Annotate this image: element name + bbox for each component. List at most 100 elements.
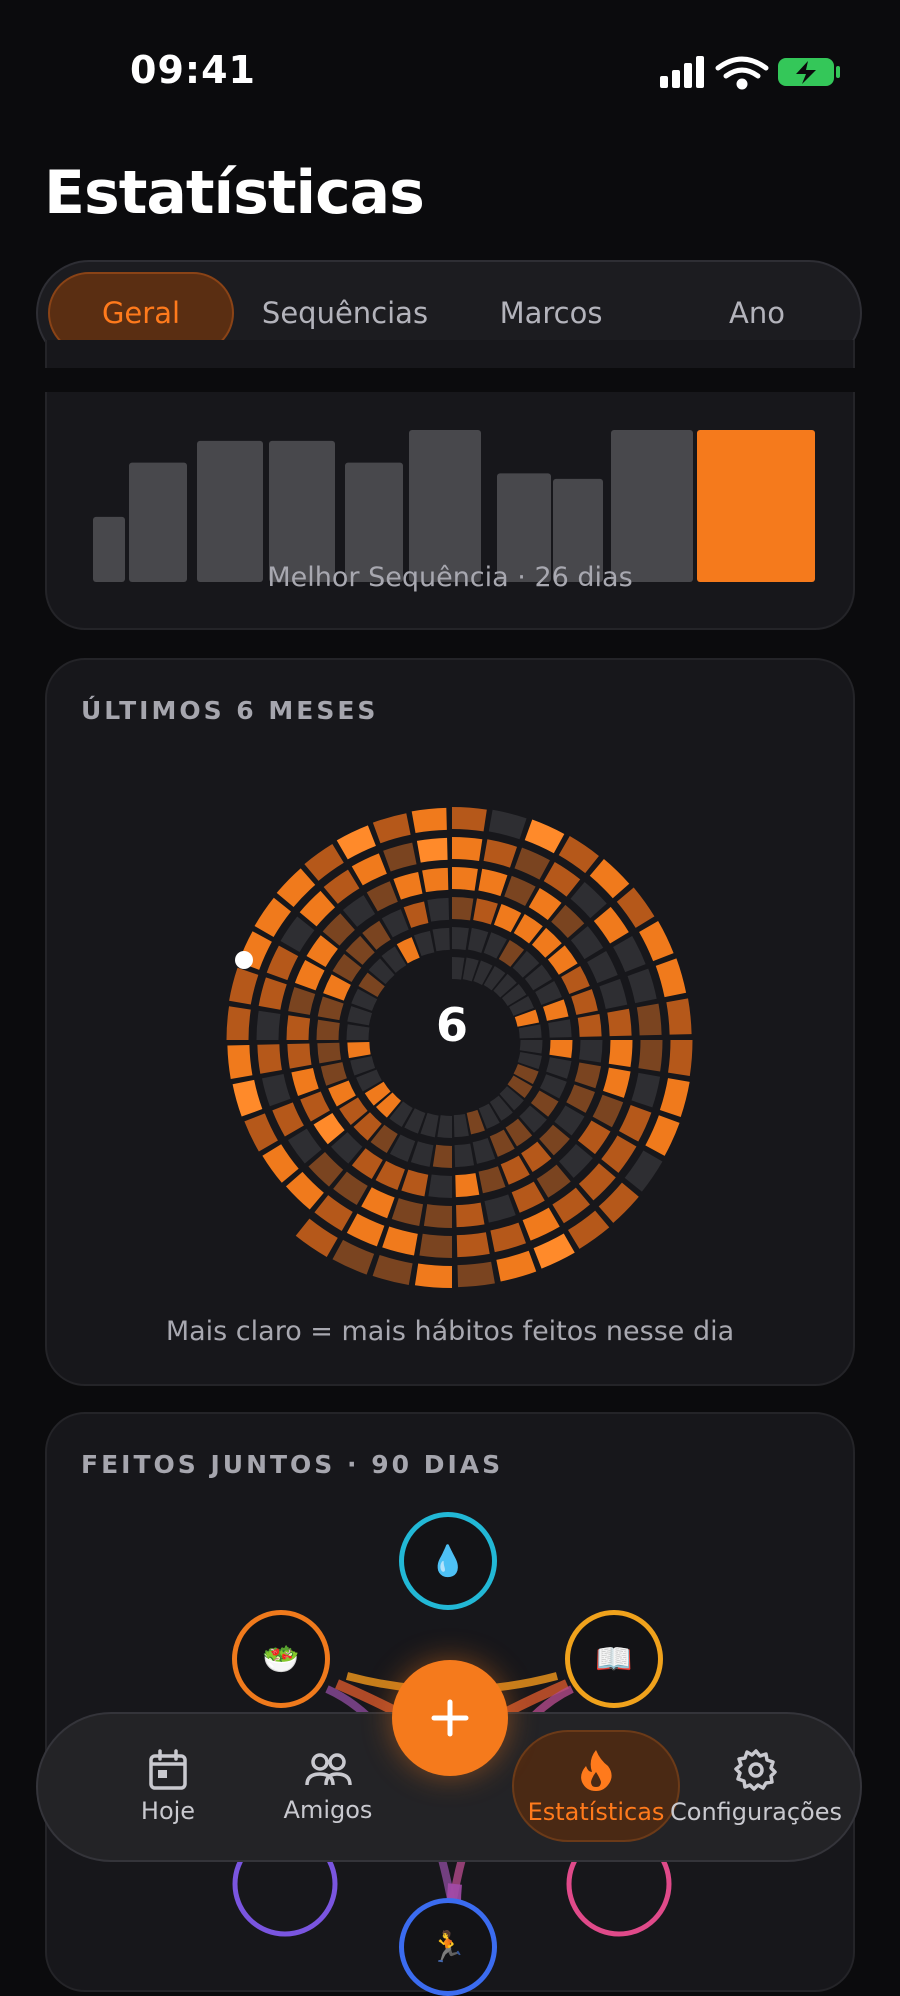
heatmap-day xyxy=(577,1014,602,1037)
heatmap-day xyxy=(366,881,398,912)
heatmap-day xyxy=(266,945,299,981)
heatmap-day xyxy=(528,888,562,921)
heatmap-day xyxy=(574,1062,602,1089)
heatmap-day xyxy=(452,867,478,891)
heatmap-day xyxy=(410,1141,434,1167)
heatmap-day xyxy=(504,875,536,906)
heatmap-day xyxy=(244,1113,278,1152)
heatmap-day xyxy=(351,853,387,886)
heatmap-day xyxy=(579,1040,603,1063)
plus-icon xyxy=(431,1699,469,1737)
salad-icon: 🥗 xyxy=(262,1641,300,1677)
heatmap-day xyxy=(587,951,618,984)
heatmap-day xyxy=(636,1003,662,1036)
heatmap-day xyxy=(262,1144,299,1183)
heatmap-day xyxy=(432,1144,452,1168)
heatmap-day xyxy=(616,887,655,928)
heatmap-day xyxy=(559,1144,593,1178)
add-habit-button[interactable] xyxy=(392,1660,508,1776)
heatmap-day xyxy=(518,1024,542,1039)
heatmap-day xyxy=(437,1115,452,1138)
heatmap-day xyxy=(533,1233,575,1269)
nav-label-estatisticas: Estatísticas xyxy=(527,1798,665,1826)
heatmap-day xyxy=(272,1102,304,1137)
heatmap-day xyxy=(256,1010,281,1040)
heatmap-day xyxy=(551,904,585,938)
habit-node-book[interactable]: 📖 xyxy=(565,1610,663,1708)
heatmap-day xyxy=(578,1163,616,1201)
nav-item-amigos[interactable]: Amigos xyxy=(258,1714,398,1860)
heatmap-day xyxy=(472,1138,496,1164)
heatmap-day xyxy=(571,989,598,1015)
heatmap-day xyxy=(457,1261,495,1288)
heatmap-day xyxy=(226,1006,251,1040)
heatmap-day xyxy=(659,1078,690,1117)
heatmap-day xyxy=(291,1068,319,1097)
heatmap-day xyxy=(638,1040,663,1072)
heatmap-day xyxy=(478,1166,506,1194)
heatmap-day xyxy=(456,1232,490,1258)
heatmap-day xyxy=(607,1008,632,1037)
heatmap-day xyxy=(655,958,687,998)
heatmap-day xyxy=(382,1226,418,1256)
streak-bar xyxy=(269,440,335,582)
streak-bar xyxy=(697,430,815,582)
habit-node-run[interactable]: 🏃 xyxy=(399,1898,497,1996)
heatmap-day xyxy=(639,921,674,962)
heatmap-day xyxy=(483,839,518,868)
heatmap-day xyxy=(346,1024,370,1040)
gear-icon xyxy=(734,1749,777,1791)
habit-node-water[interactable]: 💧 xyxy=(399,1512,497,1610)
heatmap-day xyxy=(317,996,344,1021)
heatmap-day xyxy=(608,1040,633,1067)
heatmap-day xyxy=(549,1040,573,1059)
heatmap-day xyxy=(599,978,628,1010)
spiral-center-value: 6 xyxy=(435,998,468,1052)
heatmap-day xyxy=(484,1194,516,1223)
habit-node-salad[interactable]: 🥗 xyxy=(232,1610,330,1708)
heatmap-day xyxy=(453,1114,469,1138)
heatmap-day xyxy=(452,957,465,980)
nav-label-configuracoes: Configurações xyxy=(670,1798,842,1826)
nav-item-hoje[interactable]: Hoje xyxy=(98,1714,238,1860)
nav-item-estatisticas[interactable]: Estatísticas xyxy=(512,1714,680,1860)
heatmap-day xyxy=(427,897,450,922)
heatmap-day xyxy=(601,1135,637,1173)
heatmap-day xyxy=(372,1254,413,1286)
heatmap-day xyxy=(229,967,259,1005)
spiral-start-dot xyxy=(235,951,253,969)
heatmap-day xyxy=(422,867,449,893)
heatmap-day xyxy=(254,897,292,937)
heatmap-day xyxy=(552,1187,590,1224)
heatmap-day xyxy=(522,1207,560,1241)
heatmap-day xyxy=(346,1213,385,1247)
streak-bar xyxy=(409,430,481,582)
heatmap-day xyxy=(308,1151,344,1187)
heatmap-day xyxy=(577,1120,611,1155)
heatmap-day xyxy=(592,1094,624,1128)
heatmap-day xyxy=(383,842,417,872)
scroll-mask xyxy=(40,368,860,392)
heatmap-day xyxy=(456,1202,485,1228)
heatmap-day xyxy=(320,1062,347,1086)
nav-item-configuracoes[interactable]: Configurações xyxy=(670,1714,842,1860)
heatmap-day xyxy=(536,1164,571,1198)
heatmap-day xyxy=(514,847,550,880)
heatmap-day xyxy=(478,868,508,897)
heatmap-day xyxy=(416,837,448,863)
months-caption: Mais claro = mais hábitos feitos nesse d… xyxy=(165,1316,735,1347)
heatmap-day xyxy=(558,836,599,874)
heatmap-day xyxy=(546,1057,572,1079)
heatmap-day xyxy=(452,927,469,951)
heatmap-day xyxy=(603,1067,631,1098)
water-drop-icon: 💧 xyxy=(429,1543,467,1579)
heatmap-day xyxy=(276,868,316,908)
heatmap-day xyxy=(323,869,360,904)
heatmap-day xyxy=(570,926,604,960)
heatmap-day xyxy=(496,1250,537,1282)
signal-icon xyxy=(660,56,704,88)
heatmap-day xyxy=(411,807,447,834)
streak-bar xyxy=(197,440,263,582)
heatmap-day xyxy=(432,927,450,952)
heatmap-day xyxy=(666,998,692,1035)
